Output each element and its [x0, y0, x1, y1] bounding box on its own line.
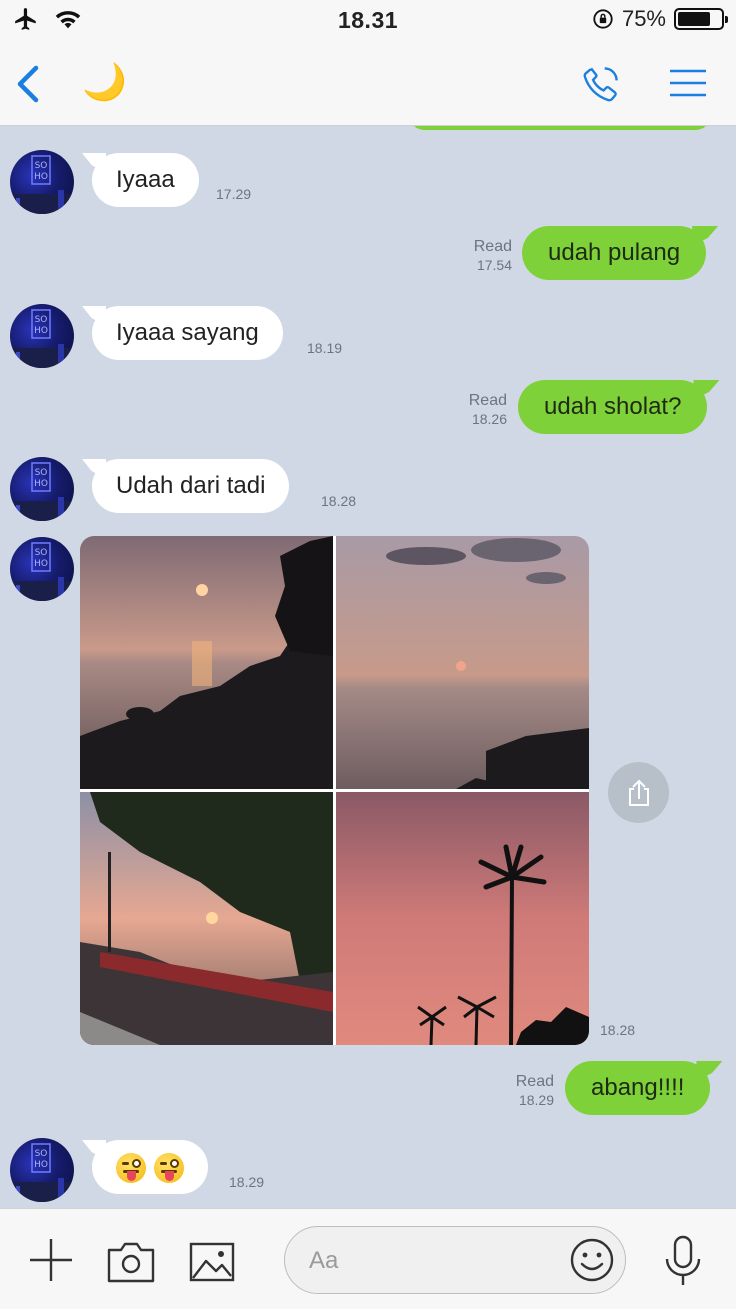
orientation-lock-icon	[593, 9, 613, 29]
outgoing-message-bubble[interactable]: abang!!!!	[565, 1061, 711, 1115]
avatar-image: SOHO	[10, 309, 74, 368]
message-text: Iyaaa	[116, 166, 175, 193]
avatar-image: SOHO	[10, 155, 74, 214]
contact-name-emoji[interactable]: 🌙	[82, 60, 127, 104]
message-time: 18.28	[600, 1022, 636, 1038]
incoming-message-bubble[interactable]: Iyaaa sayang	[92, 306, 283, 360]
boardwalk-sunset-photo	[80, 792, 333, 1045]
avatar[interactable]: SO HO	[10, 150, 74, 214]
previous-message-peek	[410, 126, 710, 130]
photo-thumbnail[interactable]	[336, 792, 589, 1045]
message-time: 18.29	[518, 1092, 554, 1108]
svg-text:SO: SO	[35, 315, 48, 325]
microphone-icon	[665, 1235, 701, 1285]
message-text: Udah dari tadi	[116, 472, 266, 499]
camera-icon	[107, 1242, 155, 1283]
incoming-message-bubble[interactable]: Iyaaa	[92, 153, 199, 207]
add-button[interactable]	[28, 1237, 74, 1288]
svg-text:HO: HO	[34, 559, 48, 569]
battery-icon	[674, 8, 728, 30]
message-text-field[interactable]	[284, 1226, 626, 1294]
chevron-left-icon	[17, 65, 39, 103]
share-icon	[628, 779, 649, 806]
message-time: 18.26	[471, 411, 507, 427]
avatar[interactable]: SO HO	[10, 304, 74, 368]
camera-button[interactable]	[107, 1241, 155, 1288]
svg-text:HO: HO	[34, 479, 48, 489]
chat-header: 🌙	[0, 40, 736, 126]
svg-text:HO: HO	[34, 172, 48, 182]
avatar[interactable]: SO HO	[10, 537, 74, 601]
svg-text:SO: SO	[35, 468, 48, 478]
avatar-image: SOHO	[10, 1143, 74, 1202]
phone-icon	[583, 67, 618, 102]
svg-text:SO: SO	[35, 1149, 48, 1159]
status-bar: 18.31 75%	[0, 0, 736, 40]
hamburger-menu-icon	[670, 69, 706, 97]
photo-album[interactable]	[80, 536, 589, 1045]
message-input[interactable]	[309, 1241, 559, 1281]
emoji-button[interactable]	[569, 1237, 615, 1283]
menu-button[interactable]	[668, 68, 708, 98]
gallery-button[interactable]	[189, 1242, 235, 1287]
message-input-bar	[0, 1208, 736, 1309]
message-meta: Read 17.54	[450, 238, 512, 274]
read-receipt: Read	[515, 1073, 554, 1090]
message-time: 18.28	[321, 493, 357, 509]
avatar-image: SOHO	[10, 542, 74, 601]
chat-area[interactable]: SO HO Iyaaa 17.29 Read 17.54 udah pulang …	[0, 126, 736, 1208]
message-meta: Read 18.26	[445, 392, 507, 428]
message-text: abang!!!!	[591, 1074, 685, 1101]
message-time: 17.54	[476, 257, 512, 273]
outgoing-message-bubble[interactable]: udah sholat?	[518, 380, 708, 434]
message-text: udah pulang	[548, 239, 681, 266]
winking-tongue-face-icon	[116, 1152, 146, 1183]
palm-trees-sunset-photo	[336, 792, 589, 1045]
status-right: 75%	[592, 6, 728, 32]
svg-text:HO: HO	[34, 1160, 48, 1170]
battery-percent: 75%	[621, 6, 666, 31]
call-button[interactable]	[578, 62, 624, 106]
sunset-sea-photo	[80, 536, 333, 789]
message-meta: Read 18.29	[492, 1073, 554, 1109]
back-button[interactable]	[10, 62, 50, 106]
voice-button[interactable]	[663, 1235, 703, 1292]
message-time: 18.29	[229, 1174, 265, 1190]
photo-thumbnail[interactable]	[80, 792, 333, 1045]
sunset-clouds-photo	[336, 536, 589, 789]
message-text: Iyaaa sayang	[116, 319, 259, 346]
read-receipt: Read	[473, 238, 512, 255]
photo-thumbnail[interactable]	[80, 536, 333, 789]
smiley-icon	[570, 1238, 614, 1282]
outgoing-message-bubble[interactable]: udah pulang	[522, 226, 707, 280]
share-button[interactable]	[608, 762, 669, 823]
image-icon	[189, 1242, 235, 1282]
avatar-image: SOHO	[10, 462, 74, 521]
winking-tongue-face-icon	[154, 1152, 184, 1183]
svg-text:SO: SO	[35, 161, 48, 171]
incoming-message-bubble[interactable]	[92, 1140, 208, 1194]
battery-fill	[678, 12, 710, 26]
plus-icon	[30, 1239, 72, 1281]
svg-text:SO: SO	[35, 548, 48, 558]
avatar[interactable]: SO HO	[10, 1138, 74, 1202]
read-receipt: Read	[468, 392, 507, 409]
message-time: 18.19	[307, 340, 343, 356]
svg-text:HO: HO	[34, 326, 48, 336]
incoming-message-bubble[interactable]: Udah dari tadi	[92, 459, 290, 513]
message-text: udah sholat?	[544, 393, 682, 420]
message-time: 17.29	[216, 186, 252, 202]
avatar[interactable]: SO HO	[10, 457, 74, 521]
photo-thumbnail[interactable]	[336, 536, 589, 789]
